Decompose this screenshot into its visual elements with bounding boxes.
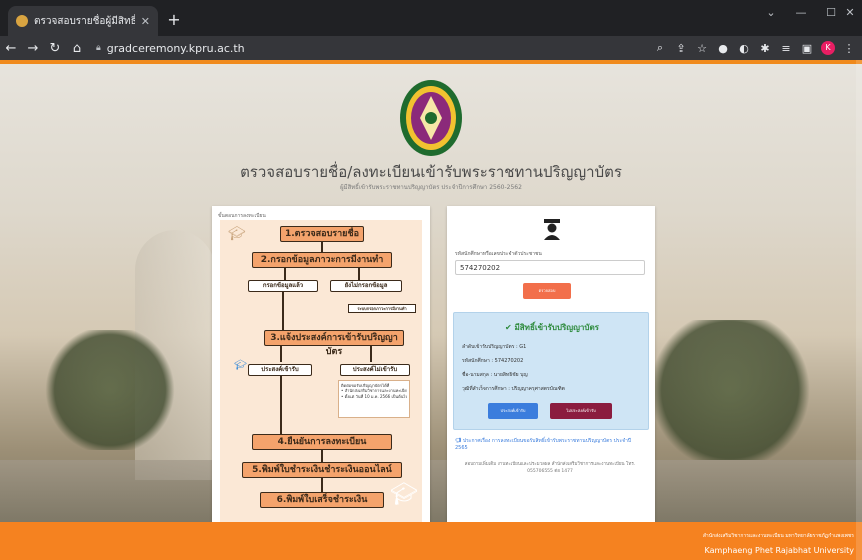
extension-icon[interactable]: ◐	[737, 42, 751, 55]
profile-avatar[interactable]: K	[821, 41, 835, 55]
star-icon[interactable]: ☆	[695, 42, 709, 55]
result-panel: ✔ มีสิทธิ์เข้ารับปริญญาบัตร ลำดับเข้ารับ…	[453, 312, 649, 430]
flow-not-filled: ยังไม่กรอกข้อมูล	[330, 280, 402, 292]
flow-step-2: 2.กรอกข้อมูลภาวะการมีงานทำ	[252, 252, 392, 268]
background-tree	[640, 320, 820, 460]
flow-wish: ประสงค์เข้ารับ	[248, 364, 312, 376]
chevron-down-icon[interactable]: ⌄	[756, 0, 786, 26]
megaphone-icon: 📢︎	[455, 438, 462, 444]
address-bar[interactable]: 🔒︎ gradceremony.kpru.ac.th	[96, 42, 245, 55]
contact-info: สอบถามเพิ่มเติม งานทะเบียนและประมวลผล สำ…	[464, 462, 636, 474]
browser-tabbar: ตรวจสอบรายชื่อผู้มีสิทธิ์เข้ารับพระ ✕ + …	[0, 0, 862, 36]
close-window-icon[interactable]: ✕	[838, 0, 862, 26]
student-id-input[interactable]	[455, 260, 645, 275]
share-icon[interactable]: ⇪	[674, 42, 688, 55]
minimize-icon[interactable]: —	[786, 0, 816, 26]
result-line: วุฒิที่สำเร็จการศึกษา : ปริญญาครุศาสตรบั…	[462, 386, 565, 392]
tab-title: ตรวจสอบรายชื่อผู้มีสิทธิ์เข้ารับพระ	[34, 15, 135, 27]
back-icon[interactable]: ←	[0, 41, 22, 56]
flow-arrow	[282, 292, 284, 330]
flow-note-line: • สำนักส่งเสริมวิชาการและงานทะเบียน อาคา…	[341, 388, 407, 394]
announcement-text[interactable]: ประกาศเรื่อง การลงทะเบียนขอรับสิทธิ์เข้า…	[455, 438, 631, 451]
flow-system: ระบบกรอกภาวะการมีงานทำ	[348, 304, 416, 313]
extension-icon[interactable]: ●	[716, 42, 730, 55]
result-title-text: มีสิทธิ์เข้ารับปริญญาบัตร	[514, 323, 599, 332]
new-tab-button[interactable]: +	[164, 10, 184, 30]
wish-button[interactable]: ประสงค์เข้ารับ	[488, 403, 538, 419]
browser-toolbar: ← → ↻ ⌂ 🔒︎ gradceremony.kpru.ac.th ⌕ ⇪ ☆…	[0, 36, 862, 60]
flow-arrow	[284, 268, 286, 280]
page-viewport: ตรวจสอบรายชื่อ/ลงทะเบียนเข้ารับพระราชทาน…	[0, 60, 862, 560]
result-title: ✔ มีสิทธิ์เข้ารับปริญญาบัตร	[454, 321, 650, 334]
page-title: ตรวจสอบรายชื่อ/ลงทะเบียนเข้ารับพระราชทาน…	[240, 163, 622, 181]
registration-flowchart: 🎓︎ 1.ตรวจสอบรายชื่อ 2.กรอกข้อมูลภาวะการม…	[220, 220, 422, 546]
flow-step-3: 3.แจ้งประสงค์การเข้ารับปริญญาบัตร	[264, 330, 404, 357]
university-logo	[400, 80, 462, 156]
flow-step-6: 6.พิมพ์ใบเสร็จชำระเงิน	[260, 492, 384, 508]
university-favicon-icon	[16, 15, 28, 27]
graduate-icon	[544, 219, 560, 240]
graduation-cap-icon: 🎓︎	[234, 360, 247, 371]
flow-arrow	[280, 376, 282, 434]
flow-arrow	[321, 478, 323, 492]
url-text[interactable]: gradceremony.kpru.ac.th	[107, 42, 245, 55]
reload-icon[interactable]: ↻	[44, 41, 66, 56]
result-line: ลำดับเข้ารับปริญญาบัตร : G1	[462, 344, 527, 350]
flow-filled: กรอกข้อมูลแล้ว	[248, 280, 318, 292]
flow-step-1: 1.ตรวจสอบรายชื่อ	[280, 226, 364, 242]
page-subtitle: ผู้มีสิทธิ์เข้ารับพระราชทานปริญญาบัตร ปร…	[340, 184, 522, 191]
footer-university: Kamphaeng Phet Rajabhat University	[704, 546, 854, 555]
flow-arrow	[280, 346, 282, 362]
flow-step-4: 4.ยืนยันการลงทะเบียน	[252, 434, 392, 450]
flowchart-caption: ขั้นตอนการลงทะเบียน	[218, 213, 266, 219]
graduation-cap-icon: 🎓︎	[390, 482, 418, 507]
footer-office: สำนักส่งเสริมวิชาการและงานทะเบียน มหาวิท…	[702, 533, 854, 539]
check-button[interactable]: ตรวจสอบ	[523, 283, 571, 299]
flow-note: ติดต่อขอรับปริญญาบัตรได้ที่ • สำนักส่งเส…	[338, 380, 410, 418]
result-line: ชื่อ-นามสกุล : นายสิทธิชัย บุญ	[462, 372, 528, 378]
puzzle-icon[interactable]: ✱	[758, 42, 772, 55]
no-wish-button[interactable]: ไม่ประสงค์เข้ารับ	[550, 403, 612, 419]
home-icon[interactable]: ⌂	[66, 41, 88, 56]
flow-step-5: 5.พิมพ์ใบชำระเงินชำระเงินออนไลน์	[242, 462, 402, 478]
menu-icon[interactable]: ⋮	[842, 42, 856, 55]
browser-tab[interactable]: ตรวจสอบรายชื่อผู้มีสิทธิ์เข้ารับพระ ✕	[8, 6, 158, 36]
flow-no-wish: ประสงค์ไม่เข้ารับ	[340, 364, 410, 376]
announcement-link[interactable]: 📢︎ ประกาศเรื่อง การลงทะเบียนขอรับสิทธิ์เ…	[455, 438, 645, 452]
flow-arrow	[358, 268, 360, 280]
background-tree	[40, 330, 180, 450]
top-accent-strip	[0, 60, 862, 64]
result-line: รหัสนักศึกษา : 574270202	[462, 358, 524, 364]
graduation-cap-icon: 🎓︎	[228, 226, 246, 242]
flow-arrow	[370, 346, 372, 362]
scrollbar[interactable]	[856, 60, 862, 560]
reading-list-icon[interactable]: ≡	[779, 42, 793, 55]
id-field-label: รหัสนักศึกษาหรือเลขประจำตัวประชาชน	[455, 251, 542, 257]
flowchart-card: ขั้นตอนการลงทะเบียน 🎓︎ 1.ตรวจสอบรายชื่อ …	[212, 206, 430, 552]
check-card: รหัสนักศึกษาหรือเลขประจำตัวประชาชน ตรวจส…	[447, 206, 655, 552]
flow-arrow	[321, 450, 323, 462]
lock-icon[interactable]: 🔒︎	[96, 43, 101, 53]
background-water	[0, 460, 862, 530]
zoom-icon[interactable]: ⌕	[653, 41, 667, 55]
flow-arrow	[321, 242, 323, 252]
forward-icon[interactable]: →	[22, 41, 44, 56]
close-tab-icon[interactable]: ✕	[141, 15, 150, 28]
check-icon: ✔	[505, 323, 512, 332]
page-footer: สำนักส่งเสริมวิชาการและงานทะเบียน มหาวิท…	[0, 522, 862, 560]
side-panel-icon[interactable]: ▣	[800, 42, 814, 55]
flow-note-line: • ตั้งแต่ วันที่ 10 ม.ค. 2566 เป็นต้นไป	[341, 393, 407, 399]
